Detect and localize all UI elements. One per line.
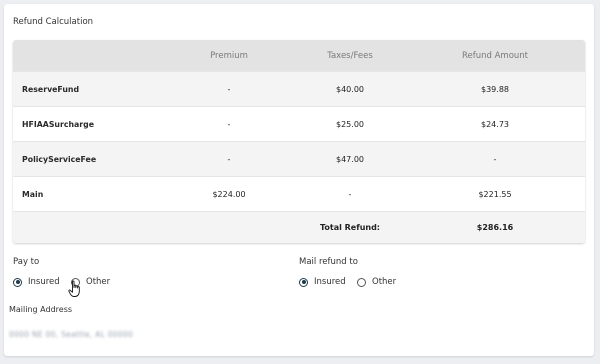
radio-dot-icon xyxy=(301,280,306,284)
section-title: Refund Calculation xyxy=(13,17,94,27)
total-row: Total Refund: $286.16 xyxy=(13,211,585,243)
row-label: HFIAASurcharge xyxy=(22,119,94,129)
row-label: PolicyServiceFee xyxy=(22,154,97,164)
row-premium: - xyxy=(227,84,231,94)
radio-dot-icon xyxy=(15,280,20,284)
mail-to-other-radio[interactable]: Other xyxy=(357,277,396,287)
radio-label[interactable]: Insured xyxy=(28,277,60,287)
row-taxes: - xyxy=(348,189,352,199)
row-refund: $221.55 xyxy=(478,189,512,199)
mailing-address-title: Mailing Address xyxy=(9,305,73,314)
radio-label[interactable]: Other xyxy=(86,277,110,287)
mail-refund-to-title: Mail refund to xyxy=(299,257,358,267)
table-row: PolicyServiceFee - $47.00 - xyxy=(13,141,585,176)
row-refund: - xyxy=(493,154,497,164)
row-label: ReserveFund xyxy=(22,84,80,94)
total-label: Total Refund: xyxy=(319,223,381,232)
row-refund: $24.73 xyxy=(481,119,509,129)
pay-to-title: Pay to xyxy=(13,257,40,267)
table-header: Premium Taxes/Fees Refund Amount xyxy=(13,40,585,71)
row-label: Main xyxy=(22,189,44,199)
header-refund-amount: Refund Amount xyxy=(461,50,529,61)
row-refund: $39.88 xyxy=(481,84,509,94)
row-taxes: $40.00 xyxy=(336,84,364,94)
hand-pointer-cursor-icon xyxy=(68,280,82,302)
row-premium: - xyxy=(227,119,231,129)
table-row: Main $224.00 - $221.55 xyxy=(13,176,585,211)
mail-to-insured-radio[interactable]: Insured xyxy=(299,277,346,287)
total-value: $286.16 xyxy=(476,223,514,232)
radio-checked-icon[interactable] xyxy=(299,277,308,287)
table-row: ReserveFund - $40.00 $39.88 xyxy=(13,71,585,106)
row-premium: $224.00 xyxy=(212,189,246,199)
header-premium: Premium xyxy=(210,50,248,61)
radio-label[interactable]: Insured xyxy=(314,277,346,287)
mailing-address-value: 0000 NE 00, Seattle, AL 00000 xyxy=(9,330,134,339)
header-taxes-fees: Taxes/Fees xyxy=(327,50,373,61)
row-premium: - xyxy=(227,154,231,164)
pay-to-insured-radio[interactable]: Insured xyxy=(13,277,60,287)
row-taxes: $47.00 xyxy=(336,154,364,164)
refund-table: Premium Taxes/Fees Refund Amount Reserve… xyxy=(13,40,585,243)
radio-label[interactable]: Other xyxy=(372,277,396,287)
row-taxes: $25.00 xyxy=(336,119,364,129)
radio-checked-icon[interactable] xyxy=(13,277,22,287)
refund-calculation-card: Refund Calculation Premium Taxes/Fees Re… xyxy=(4,4,594,356)
radio-unchecked-icon[interactable] xyxy=(357,277,366,287)
table-row: HFIAASurcharge - $25.00 $24.73 xyxy=(13,106,585,141)
